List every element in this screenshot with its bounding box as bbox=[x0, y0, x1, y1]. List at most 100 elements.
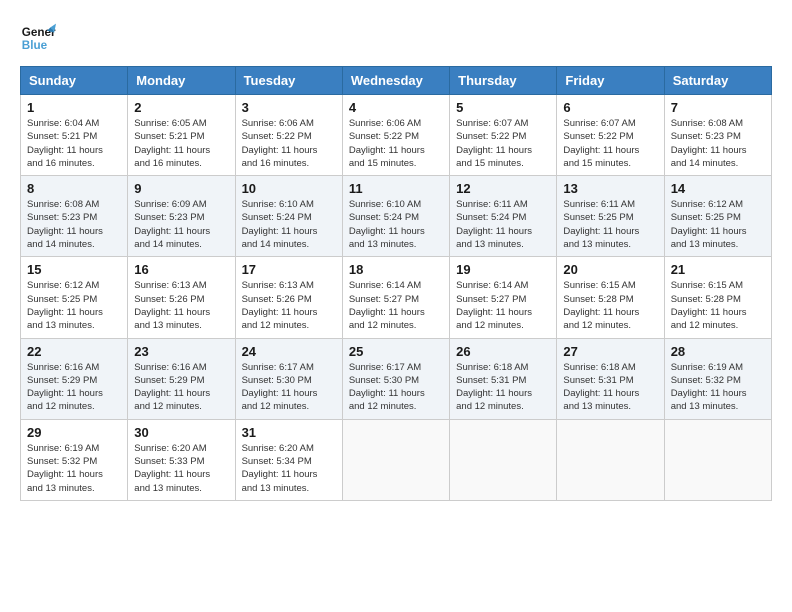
calendar-cell: 28 Sunrise: 6:19 AM Sunset: 5:32 PM Dayl… bbox=[664, 338, 771, 419]
calendar-cell: 8 Sunrise: 6:08 AM Sunset: 5:23 PM Dayli… bbox=[21, 176, 128, 257]
day-info: Sunrise: 6:15 AM Sunset: 5:28 PM Dayligh… bbox=[671, 279, 765, 332]
day-number: 8 bbox=[27, 181, 121, 196]
day-info: Sunrise: 6:19 AM Sunset: 5:32 PM Dayligh… bbox=[671, 361, 765, 414]
calendar-cell: 31 Sunrise: 6:20 AM Sunset: 5:34 PM Dayl… bbox=[235, 419, 342, 500]
day-number: 11 bbox=[349, 181, 443, 196]
calendar-cell: 17 Sunrise: 6:13 AM Sunset: 5:26 PM Dayl… bbox=[235, 257, 342, 338]
calendar-cell: 18 Sunrise: 6:14 AM Sunset: 5:27 PM Dayl… bbox=[342, 257, 449, 338]
calendar-cell: 11 Sunrise: 6:10 AM Sunset: 5:24 PM Dayl… bbox=[342, 176, 449, 257]
day-info: Sunrise: 6:11 AM Sunset: 5:25 PM Dayligh… bbox=[563, 198, 657, 251]
calendar-cell bbox=[557, 419, 664, 500]
day-number: 24 bbox=[242, 344, 336, 359]
calendar-cell: 25 Sunrise: 6:17 AM Sunset: 5:30 PM Dayl… bbox=[342, 338, 449, 419]
day-header-friday: Friday bbox=[557, 67, 664, 95]
day-number: 20 bbox=[563, 262, 657, 277]
calendar-cell: 20 Sunrise: 6:15 AM Sunset: 5:28 PM Dayl… bbox=[557, 257, 664, 338]
logo-icon: General Blue bbox=[20, 20, 56, 56]
day-info: Sunrise: 6:16 AM Sunset: 5:29 PM Dayligh… bbox=[27, 361, 121, 414]
day-header-monday: Monday bbox=[128, 67, 235, 95]
day-info: Sunrise: 6:07 AM Sunset: 5:22 PM Dayligh… bbox=[563, 117, 657, 170]
calendar-cell: 26 Sunrise: 6:18 AM Sunset: 5:31 PM Dayl… bbox=[450, 338, 557, 419]
day-info: Sunrise: 6:10 AM Sunset: 5:24 PM Dayligh… bbox=[242, 198, 336, 251]
day-info: Sunrise: 6:13 AM Sunset: 5:26 PM Dayligh… bbox=[242, 279, 336, 332]
day-info: Sunrise: 6:18 AM Sunset: 5:31 PM Dayligh… bbox=[456, 361, 550, 414]
calendar-header-row: SundayMondayTuesdayWednesdayThursdayFrid… bbox=[21, 67, 772, 95]
day-header-saturday: Saturday bbox=[664, 67, 771, 95]
day-info: Sunrise: 6:11 AM Sunset: 5:24 PM Dayligh… bbox=[456, 198, 550, 251]
day-number: 30 bbox=[134, 425, 228, 440]
calendar-week-5: 29 Sunrise: 6:19 AM Sunset: 5:32 PM Dayl… bbox=[21, 419, 772, 500]
page-header: General Blue bbox=[20, 20, 772, 56]
day-number: 1 bbox=[27, 100, 121, 115]
day-number: 16 bbox=[134, 262, 228, 277]
calendar-cell: 19 Sunrise: 6:14 AM Sunset: 5:27 PM Dayl… bbox=[450, 257, 557, 338]
day-number: 22 bbox=[27, 344, 121, 359]
day-info: Sunrise: 6:08 AM Sunset: 5:23 PM Dayligh… bbox=[671, 117, 765, 170]
day-info: Sunrise: 6:12 AM Sunset: 5:25 PM Dayligh… bbox=[27, 279, 121, 332]
calendar: SundayMondayTuesdayWednesdayThursdayFrid… bbox=[20, 66, 772, 501]
day-number: 31 bbox=[242, 425, 336, 440]
calendar-cell: 15 Sunrise: 6:12 AM Sunset: 5:25 PM Dayl… bbox=[21, 257, 128, 338]
calendar-cell: 4 Sunrise: 6:06 AM Sunset: 5:22 PM Dayli… bbox=[342, 95, 449, 176]
calendar-cell: 1 Sunrise: 6:04 AM Sunset: 5:21 PM Dayli… bbox=[21, 95, 128, 176]
day-number: 21 bbox=[671, 262, 765, 277]
day-info: Sunrise: 6:14 AM Sunset: 5:27 PM Dayligh… bbox=[456, 279, 550, 332]
day-info: Sunrise: 6:06 AM Sunset: 5:22 PM Dayligh… bbox=[349, 117, 443, 170]
day-info: Sunrise: 6:17 AM Sunset: 5:30 PM Dayligh… bbox=[242, 361, 336, 414]
day-number: 14 bbox=[671, 181, 765, 196]
day-number: 13 bbox=[563, 181, 657, 196]
day-number: 15 bbox=[27, 262, 121, 277]
calendar-cell bbox=[450, 419, 557, 500]
calendar-cell: 29 Sunrise: 6:19 AM Sunset: 5:32 PM Dayl… bbox=[21, 419, 128, 500]
day-info: Sunrise: 6:07 AM Sunset: 5:22 PM Dayligh… bbox=[456, 117, 550, 170]
day-info: Sunrise: 6:17 AM Sunset: 5:30 PM Dayligh… bbox=[349, 361, 443, 414]
day-info: Sunrise: 6:04 AM Sunset: 5:21 PM Dayligh… bbox=[27, 117, 121, 170]
day-number: 5 bbox=[456, 100, 550, 115]
day-info: Sunrise: 6:10 AM Sunset: 5:24 PM Dayligh… bbox=[349, 198, 443, 251]
calendar-cell: 23 Sunrise: 6:16 AM Sunset: 5:29 PM Dayl… bbox=[128, 338, 235, 419]
day-number: 29 bbox=[27, 425, 121, 440]
calendar-cell: 27 Sunrise: 6:18 AM Sunset: 5:31 PM Dayl… bbox=[557, 338, 664, 419]
day-info: Sunrise: 6:15 AM Sunset: 5:28 PM Dayligh… bbox=[563, 279, 657, 332]
calendar-cell: 9 Sunrise: 6:09 AM Sunset: 5:23 PM Dayli… bbox=[128, 176, 235, 257]
day-info: Sunrise: 6:18 AM Sunset: 5:31 PM Dayligh… bbox=[563, 361, 657, 414]
calendar-cell: 13 Sunrise: 6:11 AM Sunset: 5:25 PM Dayl… bbox=[557, 176, 664, 257]
svg-text:Blue: Blue bbox=[22, 39, 48, 52]
day-number: 12 bbox=[456, 181, 550, 196]
calendar-cell: 22 Sunrise: 6:16 AM Sunset: 5:29 PM Dayl… bbox=[21, 338, 128, 419]
calendar-week-2: 8 Sunrise: 6:08 AM Sunset: 5:23 PM Dayli… bbox=[21, 176, 772, 257]
day-info: Sunrise: 6:08 AM Sunset: 5:23 PM Dayligh… bbox=[27, 198, 121, 251]
calendar-cell: 6 Sunrise: 6:07 AM Sunset: 5:22 PM Dayli… bbox=[557, 95, 664, 176]
calendar-cell: 10 Sunrise: 6:10 AM Sunset: 5:24 PM Dayl… bbox=[235, 176, 342, 257]
day-info: Sunrise: 6:06 AM Sunset: 5:22 PM Dayligh… bbox=[242, 117, 336, 170]
day-info: Sunrise: 6:09 AM Sunset: 5:23 PM Dayligh… bbox=[134, 198, 228, 251]
day-number: 23 bbox=[134, 344, 228, 359]
calendar-cell: 21 Sunrise: 6:15 AM Sunset: 5:28 PM Dayl… bbox=[664, 257, 771, 338]
calendar-cell: 24 Sunrise: 6:17 AM Sunset: 5:30 PM Dayl… bbox=[235, 338, 342, 419]
day-number: 18 bbox=[349, 262, 443, 277]
calendar-cell: 30 Sunrise: 6:20 AM Sunset: 5:33 PM Dayl… bbox=[128, 419, 235, 500]
day-header-wednesday: Wednesday bbox=[342, 67, 449, 95]
calendar-week-3: 15 Sunrise: 6:12 AM Sunset: 5:25 PM Dayl… bbox=[21, 257, 772, 338]
day-number: 4 bbox=[349, 100, 443, 115]
day-header-sunday: Sunday bbox=[21, 67, 128, 95]
day-info: Sunrise: 6:05 AM Sunset: 5:21 PM Dayligh… bbox=[134, 117, 228, 170]
calendar-week-1: 1 Sunrise: 6:04 AM Sunset: 5:21 PM Dayli… bbox=[21, 95, 772, 176]
calendar-cell bbox=[342, 419, 449, 500]
day-number: 25 bbox=[349, 344, 443, 359]
day-number: 3 bbox=[242, 100, 336, 115]
calendar-cell: 5 Sunrise: 6:07 AM Sunset: 5:22 PM Dayli… bbox=[450, 95, 557, 176]
day-number: 2 bbox=[134, 100, 228, 115]
day-header-tuesday: Tuesday bbox=[235, 67, 342, 95]
day-number: 27 bbox=[563, 344, 657, 359]
day-number: 26 bbox=[456, 344, 550, 359]
calendar-cell bbox=[664, 419, 771, 500]
day-info: Sunrise: 6:20 AM Sunset: 5:34 PM Dayligh… bbox=[242, 442, 336, 495]
day-number: 7 bbox=[671, 100, 765, 115]
day-info: Sunrise: 6:13 AM Sunset: 5:26 PM Dayligh… bbox=[134, 279, 228, 332]
day-info: Sunrise: 6:14 AM Sunset: 5:27 PM Dayligh… bbox=[349, 279, 443, 332]
day-info: Sunrise: 6:16 AM Sunset: 5:29 PM Dayligh… bbox=[134, 361, 228, 414]
day-number: 28 bbox=[671, 344, 765, 359]
day-number: 9 bbox=[134, 181, 228, 196]
logo: General Blue bbox=[20, 20, 60, 56]
